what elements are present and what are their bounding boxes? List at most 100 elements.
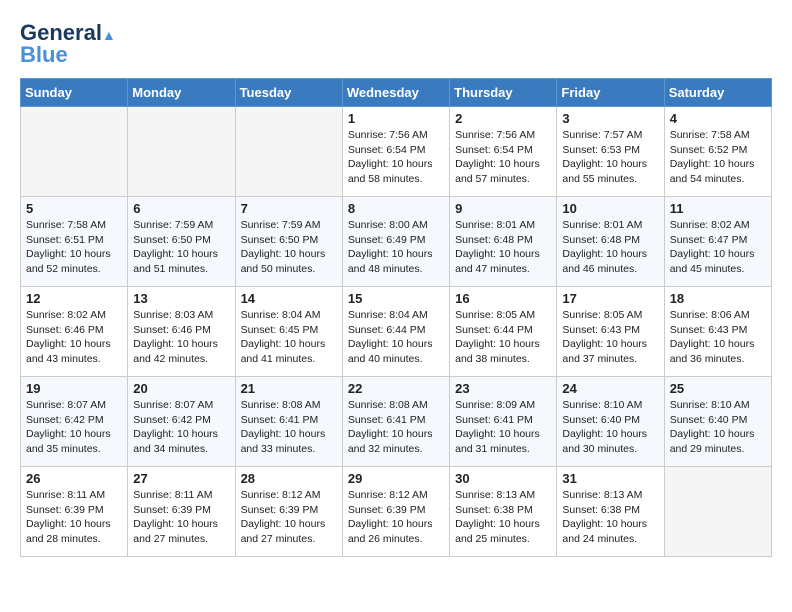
calendar-week-row: 12 Sunrise: 8:02 AM Sunset: 6:46 PM Dayli… bbox=[21, 287, 772, 377]
day-number: 30 bbox=[455, 471, 551, 486]
day-info: Sunrise: 8:03 AM Sunset: 6:46 PM Dayligh… bbox=[133, 308, 229, 367]
day-info: Sunrise: 8:02 AM Sunset: 6:46 PM Dayligh… bbox=[26, 308, 122, 367]
day-header-saturday: Saturday bbox=[664, 79, 771, 107]
day-header-monday: Monday bbox=[128, 79, 235, 107]
day-info: Sunrise: 7:58 AM Sunset: 6:52 PM Dayligh… bbox=[670, 128, 766, 187]
calendar-cell: 17Sunrise: 8:05 AM Sunset: 6:43 PM Dayli… bbox=[557, 287, 664, 377]
day-number: 25 bbox=[670, 381, 766, 396]
day-info: Sunrise: 8:07 AM Sunset: 6:42 PM Dayligh… bbox=[26, 398, 122, 457]
calendar-cell: 30 Sunrise: 8:13 AM Sunset: 6:38 PM Dayli… bbox=[450, 467, 557, 557]
calendar-cell: 25 Sunrise: 8:10 AM Sunset: 6:40 PM Dayli… bbox=[664, 377, 771, 467]
day-info: Sunrise: 7:59 AM Sunset: 6:50 PM Dayligh… bbox=[241, 218, 337, 277]
day-header-tuesday: Tuesday bbox=[235, 79, 342, 107]
calendar-cell: 9 Sunrise: 8:01 AM Sunset: 6:48 PM Daylig… bbox=[450, 197, 557, 287]
calendar-cell: 29Sunrise: 8:12 AM Sunset: 6:39 PM Dayli… bbox=[342, 467, 449, 557]
day-info: Sunrise: 8:02 AM Sunset: 6:47 PM Dayligh… bbox=[670, 218, 766, 277]
day-number: 3 bbox=[562, 111, 658, 126]
day-info: Sunrise: 7:56 AM Sunset: 6:54 PM Dayligh… bbox=[455, 128, 551, 187]
calendar-cell: 6 Sunrise: 7:59 AM Sunset: 6:50 PM Daylig… bbox=[128, 197, 235, 287]
day-info: Sunrise: 8:04 AM Sunset: 6:44 PM Dayligh… bbox=[348, 308, 444, 367]
day-number: 14 bbox=[241, 291, 337, 306]
day-number: 13 bbox=[133, 291, 229, 306]
day-info: Sunrise: 7:59 AM Sunset: 6:50 PM Dayligh… bbox=[133, 218, 229, 277]
day-info: Sunrise: 8:00 AM Sunset: 6:49 PM Dayligh… bbox=[348, 218, 444, 277]
day-info: Sunrise: 8:01 AM Sunset: 6:48 PM Dayligh… bbox=[562, 218, 658, 277]
calendar-cell: 10 Sunrise: 8:01 AM Sunset: 6:48 PM Dayli… bbox=[557, 197, 664, 287]
calendar-cell: 28Sunrise: 8:12 AM Sunset: 6:39 PM Dayli… bbox=[235, 467, 342, 557]
calendar-cell: 22 Sunrise: 8:08 AM Sunset: 6:41 PM Dayli… bbox=[342, 377, 449, 467]
calendar-cell: 14 Sunrise: 8:04 AM Sunset: 6:45 PM Dayli… bbox=[235, 287, 342, 377]
calendar-cell: 23 Sunrise: 8:09 AM Sunset: 6:41 PM Dayli… bbox=[450, 377, 557, 467]
calendar-week-row: 19 Sunrise: 8:07 AM Sunset: 6:42 PM Dayli… bbox=[21, 377, 772, 467]
calendar-cell bbox=[128, 107, 235, 197]
calendar-cell: 2Sunrise: 7:56 AM Sunset: 6:54 PM Daylig… bbox=[450, 107, 557, 197]
calendar-cell: 1Sunrise: 7:56 AM Sunset: 6:54 PM Daylig… bbox=[342, 107, 449, 197]
day-info: Sunrise: 8:04 AM Sunset: 6:45 PM Dayligh… bbox=[241, 308, 337, 367]
calendar-week-row: 26 Sunrise: 8:11 AM Sunset: 6:39 PM Dayli… bbox=[21, 467, 772, 557]
calendar-cell: 27 Sunrise: 8:11 AM Sunset: 6:39 PM Dayli… bbox=[128, 467, 235, 557]
calendar-cell: 12 Sunrise: 8:02 AM Sunset: 6:46 PM Dayli… bbox=[21, 287, 128, 377]
day-number: 10 bbox=[562, 201, 658, 216]
day-info: Sunrise: 7:56 AM Sunset: 6:54 PM Dayligh… bbox=[348, 128, 444, 187]
calendar-body: 1Sunrise: 7:56 AM Sunset: 6:54 PM Daylig… bbox=[21, 107, 772, 557]
calendar-week-row: 5 Sunrise: 7:58 AM Sunset: 6:51 PM Daylig… bbox=[21, 197, 772, 287]
day-number: 26 bbox=[26, 471, 122, 486]
day-info: Sunrise: 7:58 AM Sunset: 6:51 PM Dayligh… bbox=[26, 218, 122, 277]
day-number: 18 bbox=[670, 291, 766, 306]
day-number: 4 bbox=[670, 111, 766, 126]
calendar-cell: 20Sunrise: 8:07 AM Sunset: 6:42 PM Dayli… bbox=[128, 377, 235, 467]
day-info: Sunrise: 7:57 AM Sunset: 6:53 PM Dayligh… bbox=[562, 128, 658, 187]
calendar-cell: 19 Sunrise: 8:07 AM Sunset: 6:42 PM Dayli… bbox=[21, 377, 128, 467]
day-info: Sunrise: 8:08 AM Sunset: 6:41 PM Dayligh… bbox=[348, 398, 444, 457]
calendar-week-row: 1Sunrise: 7:56 AM Sunset: 6:54 PM Daylig… bbox=[21, 107, 772, 197]
calendar-cell: 24Sunrise: 8:10 AM Sunset: 6:40 PM Dayli… bbox=[557, 377, 664, 467]
calendar-cell: 13 Sunrise: 8:03 AM Sunset: 6:46 PM Dayli… bbox=[128, 287, 235, 377]
day-number: 21 bbox=[241, 381, 337, 396]
calendar-header-row: SundayMondayTuesdayWednesdayThursdayFrid… bbox=[21, 79, 772, 107]
calendar-cell: 18 Sunrise: 8:06 AM Sunset: 6:43 PM Dayli… bbox=[664, 287, 771, 377]
day-number: 5 bbox=[26, 201, 122, 216]
day-number: 12 bbox=[26, 291, 122, 306]
day-number: 19 bbox=[26, 381, 122, 396]
day-header-friday: Friday bbox=[557, 79, 664, 107]
day-info: Sunrise: 8:06 AM Sunset: 6:43 PM Dayligh… bbox=[670, 308, 766, 367]
day-info: Sunrise: 8:13 AM Sunset: 6:38 PM Dayligh… bbox=[455, 488, 551, 547]
day-info: Sunrise: 8:07 AM Sunset: 6:42 PM Dayligh… bbox=[133, 398, 229, 457]
day-header-sunday: Sunday bbox=[21, 79, 128, 107]
day-number: 11 bbox=[670, 201, 766, 216]
day-number: 27 bbox=[133, 471, 229, 486]
day-number: 6 bbox=[133, 201, 229, 216]
header: General▲ Blue bbox=[20, 20, 772, 68]
day-number: 9 bbox=[455, 201, 551, 216]
day-info: Sunrise: 8:10 AM Sunset: 6:40 PM Dayligh… bbox=[670, 398, 766, 457]
day-number: 28 bbox=[241, 471, 337, 486]
calendar-cell: 11 Sunrise: 8:02 AM Sunset: 6:47 PM Dayli… bbox=[664, 197, 771, 287]
day-info: Sunrise: 8:11 AM Sunset: 6:39 PM Dayligh… bbox=[133, 488, 229, 547]
calendar-cell bbox=[664, 467, 771, 557]
day-number: 16 bbox=[455, 291, 551, 306]
logo-blue: Blue bbox=[20, 42, 68, 68]
day-number: 31 bbox=[562, 471, 658, 486]
calendar-cell: 3 Sunrise: 7:57 AM Sunset: 6:53 PM Daylig… bbox=[557, 107, 664, 197]
day-number: 7 bbox=[241, 201, 337, 216]
day-header-wednesday: Wednesday bbox=[342, 79, 449, 107]
day-info: Sunrise: 8:01 AM Sunset: 6:48 PM Dayligh… bbox=[455, 218, 551, 277]
day-info: Sunrise: 8:11 AM Sunset: 6:39 PM Dayligh… bbox=[26, 488, 122, 547]
day-number: 23 bbox=[455, 381, 551, 396]
day-number: 22 bbox=[348, 381, 444, 396]
calendar-cell: 31 Sunrise: 8:13 AM Sunset: 6:38 PM Dayli… bbox=[557, 467, 664, 557]
day-number: 24 bbox=[562, 381, 658, 396]
calendar-cell: 7 Sunrise: 7:59 AM Sunset: 6:50 PM Daylig… bbox=[235, 197, 342, 287]
logo: General▲ Blue bbox=[20, 20, 116, 68]
calendar-table: SundayMondayTuesdayWednesdayThursdayFrid… bbox=[20, 78, 772, 557]
calendar-cell: 8 Sunrise: 8:00 AM Sunset: 6:49 PM Daylig… bbox=[342, 197, 449, 287]
day-info: Sunrise: 8:12 AM Sunset: 6:39 PM Dayligh… bbox=[348, 488, 444, 547]
calendar-cell: 26 Sunrise: 8:11 AM Sunset: 6:39 PM Dayli… bbox=[21, 467, 128, 557]
calendar-cell: 16Sunrise: 8:05 AM Sunset: 6:44 PM Dayli… bbox=[450, 287, 557, 377]
day-info: Sunrise: 8:09 AM Sunset: 6:41 PM Dayligh… bbox=[455, 398, 551, 457]
day-info: Sunrise: 8:13 AM Sunset: 6:38 PM Dayligh… bbox=[562, 488, 658, 547]
day-header-thursday: Thursday bbox=[450, 79, 557, 107]
calendar-cell: 15Sunrise: 8:04 AM Sunset: 6:44 PM Dayli… bbox=[342, 287, 449, 377]
day-info: Sunrise: 8:05 AM Sunset: 6:43 PM Dayligh… bbox=[562, 308, 658, 367]
day-number: 8 bbox=[348, 201, 444, 216]
